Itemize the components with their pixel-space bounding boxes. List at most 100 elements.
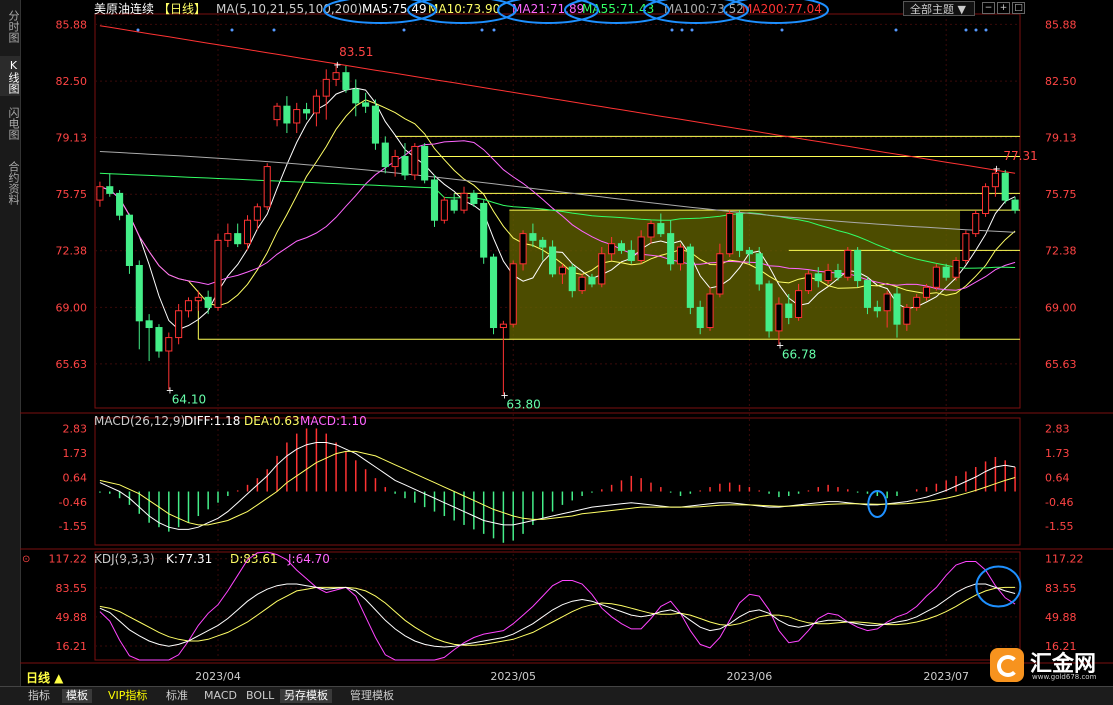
candle-up bbox=[922, 286, 931, 298]
candle-down bbox=[283, 105, 291, 124]
candle-up bbox=[982, 186, 990, 215]
event-dot bbox=[670, 28, 674, 32]
sidebar-tab-2[interactable]: 闪电图 bbox=[0, 100, 20, 146]
candle-up bbox=[913, 296, 921, 308]
candle-up bbox=[184, 300, 193, 312]
candle-up bbox=[293, 109, 301, 124]
candle-down bbox=[657, 223, 665, 235]
candle-down bbox=[116, 192, 124, 216]
sidebar-tab-0[interactable]: 分时图 bbox=[0, 2, 20, 50]
macd-title: MACD(26,12,9) bbox=[94, 414, 185, 428]
macd-value-0: DIFF:1.18 bbox=[184, 414, 240, 428]
tab-indicator[interactable]: 指标 bbox=[24, 689, 54, 703]
event-dot bbox=[974, 28, 978, 32]
candle-up bbox=[519, 233, 527, 265]
candle-down bbox=[430, 179, 439, 221]
extreme-marker: + bbox=[776, 341, 784, 352]
kdj-tick-left: 49.88 bbox=[56, 611, 88, 624]
candle-up bbox=[273, 105, 281, 121]
price-tick-left: 85.88 bbox=[56, 18, 88, 31]
candle-down bbox=[627, 249, 635, 261]
candle-up bbox=[312, 95, 320, 114]
candle-up bbox=[165, 337, 173, 352]
candle-down bbox=[834, 270, 842, 278]
candle-up bbox=[883, 293, 891, 312]
price-annotation: 64.10 bbox=[172, 393, 206, 407]
price-annotation: 77.31 bbox=[1003, 149, 1037, 163]
candle-up bbox=[795, 290, 803, 318]
candle-up bbox=[391, 156, 399, 168]
tab-save-template[interactable]: 另存模板 bbox=[280, 689, 332, 703]
candle-down bbox=[785, 303, 793, 318]
price-tick-left: 65.63 bbox=[56, 358, 88, 371]
minus-icon[interactable]: − bbox=[982, 2, 995, 14]
kdj-tick-left: 83.55 bbox=[56, 582, 88, 595]
candle-down bbox=[135, 264, 143, 322]
candle-down bbox=[588, 276, 596, 285]
extreme-marker: + bbox=[992, 164, 1000, 175]
candle-down bbox=[421, 145, 429, 181]
price-tick-right: 69.00 bbox=[1045, 301, 1077, 314]
tab-macd[interactable]: MACD bbox=[200, 689, 241, 703]
macd-value-1: DEA:0.63 bbox=[244, 414, 300, 428]
tab-template[interactable]: 模板 bbox=[62, 689, 92, 703]
candle-down bbox=[696, 306, 704, 329]
tab-standard[interactable]: 标准 bbox=[162, 689, 192, 703]
event-dot bbox=[680, 28, 684, 32]
plus-icon[interactable]: + bbox=[997, 2, 1010, 14]
macd-tick-right: 0.64 bbox=[1045, 471, 1070, 484]
candle-up bbox=[676, 246, 685, 265]
event-dot bbox=[964, 28, 968, 32]
kdj-tick-right: 83.55 bbox=[1045, 582, 1077, 595]
macd-tick-left: -1.55 bbox=[59, 520, 87, 533]
candle-up bbox=[647, 223, 655, 238]
extreme-marker: + bbox=[333, 60, 341, 71]
tab-boll[interactable]: BOLL bbox=[242, 689, 278, 703]
theme-select[interactable]: 全部主题 ▼ bbox=[903, 1, 975, 16]
kdj-tick-right: 117.22 bbox=[1045, 553, 1084, 566]
macd-tick-left: -0.46 bbox=[59, 496, 87, 509]
price-tick-left: 82.50 bbox=[56, 75, 88, 88]
event-dot bbox=[230, 28, 234, 32]
extreme-marker: + bbox=[166, 386, 174, 397]
candle-up bbox=[263, 166, 271, 208]
candle-down bbox=[617, 243, 626, 251]
period-tab-day[interactable]: 日线 ▲ bbox=[26, 669, 63, 686]
candle-up bbox=[96, 186, 104, 201]
restore-icon[interactable]: □ bbox=[1012, 2, 1025, 14]
macd-tick-right: 2.83 bbox=[1045, 422, 1070, 435]
price-tick-right: 72.38 bbox=[1045, 245, 1077, 258]
candle-up bbox=[637, 236, 645, 261]
candle-down bbox=[854, 249, 862, 282]
kdj-panel-frame bbox=[94, 551, 1021, 661]
candle-down bbox=[942, 266, 950, 278]
candle-down bbox=[873, 306, 881, 312]
candle-up bbox=[440, 199, 448, 221]
candle-down bbox=[489, 256, 498, 329]
tab-vip-indicator[interactable]: VIP指标 bbox=[104, 689, 151, 703]
period-label: 【日线】 bbox=[158, 2, 206, 16]
symbol-name: 美原油连续 bbox=[94, 1, 154, 16]
candle-up bbox=[578, 276, 586, 292]
tab-manage-template[interactable]: 管理模板 bbox=[346, 689, 398, 703]
macd-panel-frame bbox=[94, 417, 1021, 546]
macd-tick-left: 1.73 bbox=[63, 447, 88, 460]
event-dot bbox=[780, 28, 784, 32]
candle-down bbox=[1011, 199, 1019, 211]
sidebar-tab-1[interactable]: K线图 bbox=[0, 56, 20, 96]
date-label: 2023/04 bbox=[195, 670, 241, 683]
candle-down bbox=[145, 320, 153, 329]
macd-tick-right: -0.46 bbox=[1045, 496, 1073, 509]
price-tick-left: 69.00 bbox=[56, 301, 88, 314]
chevron-down-icon: ▼ bbox=[957, 3, 966, 16]
kdj-tick-left: 117.22 bbox=[49, 553, 88, 566]
candle-down bbox=[155, 327, 163, 352]
bottom-toolbar: 指标 模板 VIP指标 标准 MACD BOLL 另存模板 管理模板 bbox=[0, 686, 1113, 705]
candle-up bbox=[726, 213, 734, 255]
candle-up bbox=[214, 239, 222, 308]
sidebar-tab-3[interactable]: 合约资料 bbox=[0, 150, 20, 216]
ma-value-0: MA5:75.49 bbox=[362, 2, 427, 16]
candle-up bbox=[175, 310, 183, 339]
date-label: 2023/06 bbox=[727, 670, 773, 683]
candle-up bbox=[608, 243, 616, 255]
